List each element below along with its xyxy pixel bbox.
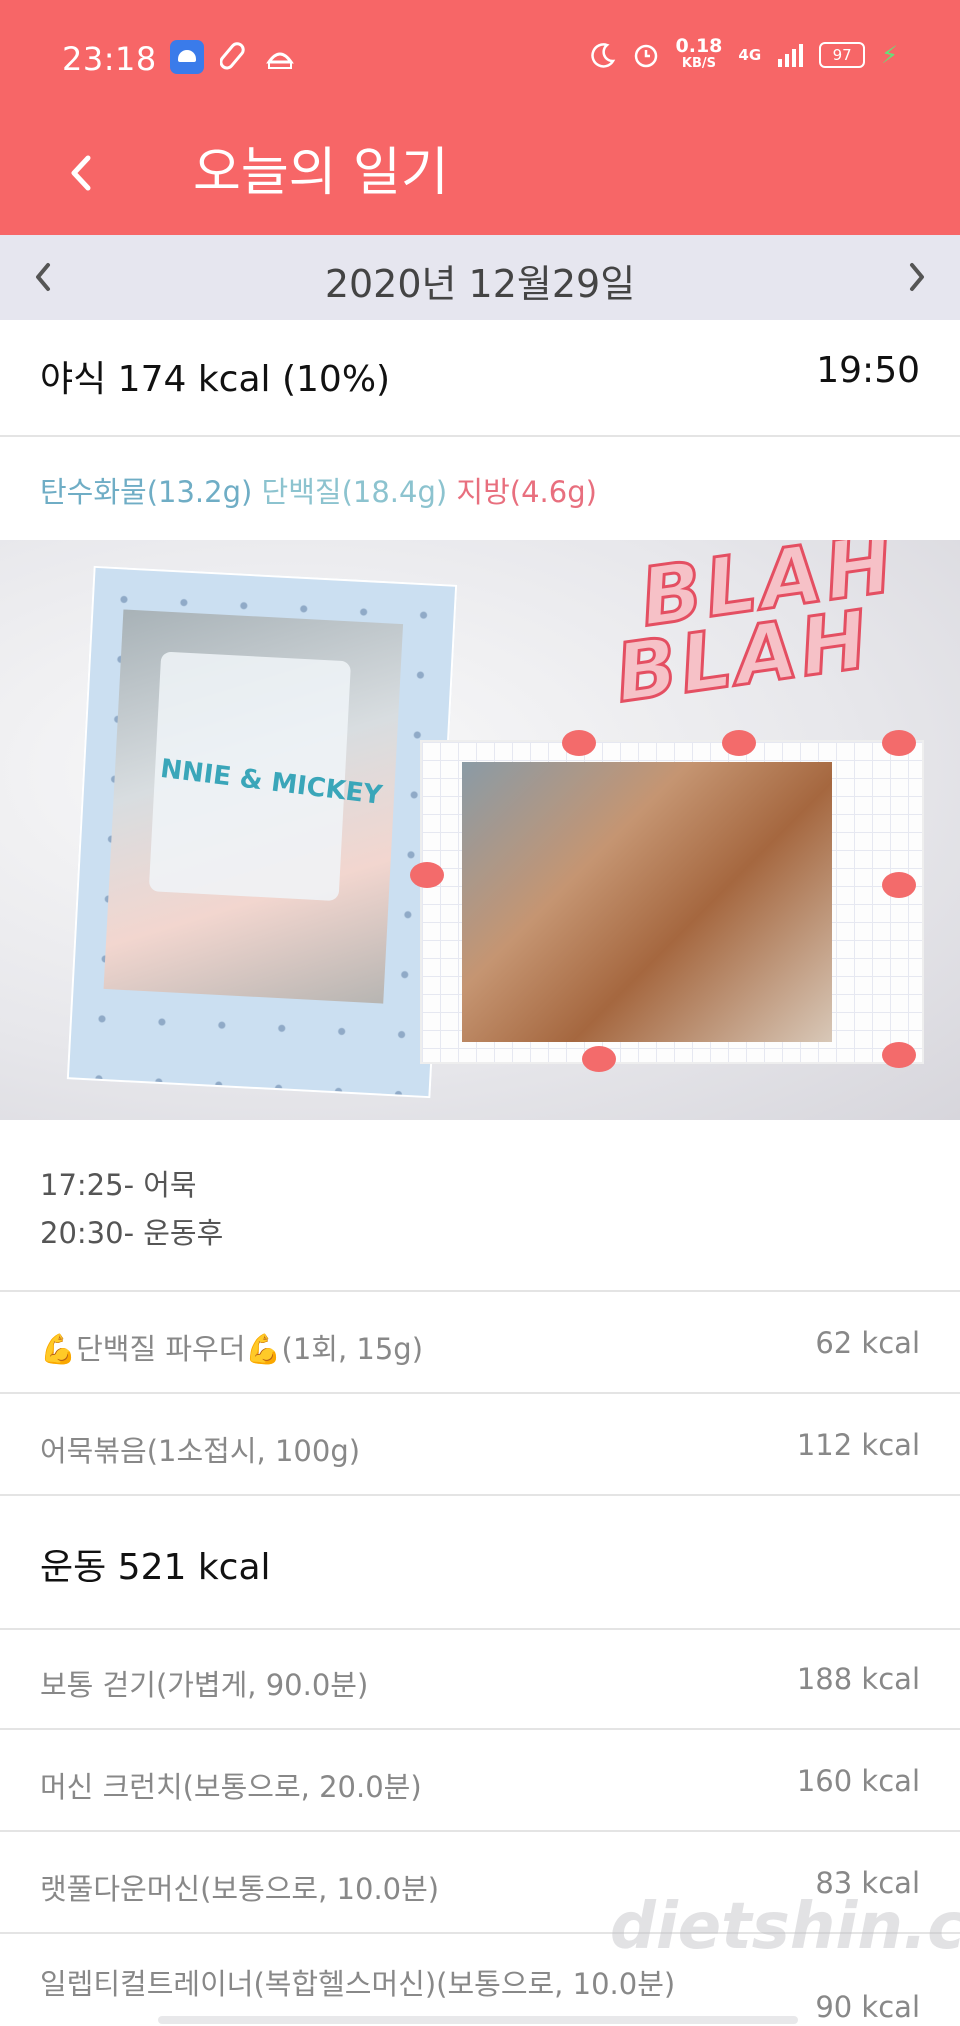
app-header: 23:18 0.18 KB/S 4G 97 ⚡ 오늘의 일기	[0, 0, 960, 235]
food-name: 어묵볶음(1소접시, 100g)	[40, 1434, 361, 1468]
drink-photo-card: NNIE & MICKEY	[66, 565, 458, 1099]
memo-line: 17:25- 어묵	[40, 1168, 197, 1202]
exercise-kcal: 160 kcal	[796, 1764, 920, 1798]
status-right-icons: 0.18 KB/S 4G 97 ⚡	[590, 35, 898, 72]
protein-value: 단백질(18.4g)	[261, 475, 448, 509]
android-app-icon	[170, 40, 204, 74]
food-name: 💪단백질 파우더💪(1회, 15g)	[40, 1332, 424, 1366]
watermark: dietshin.com	[610, 1890, 960, 1964]
capsule-icon	[266, 52, 294, 69]
peach-sticker-icon	[882, 872, 916, 898]
peach-sticker-icon	[882, 1042, 916, 1068]
exercise-item[interactable]: 보통 걷기(가볍게, 90.0분) 188 kcal	[0, 1628, 960, 1730]
carbs-value: 탄수화물(13.2g)	[40, 475, 253, 509]
battery-icon: 97	[819, 42, 866, 68]
page-title: 오늘의 일기	[193, 143, 449, 203]
meal-memo: 17:25- 어묵 20:30- 운동후	[0, 1120, 960, 1292]
title-bar: 오늘의 일기	[0, 118, 960, 235]
moon-icon	[590, 43, 615, 68]
exercise-kcal: 188 kcal	[796, 1662, 920, 1696]
status-bar: 23:18 0.18 KB/S 4G 97 ⚡	[0, 0, 960, 118]
exercise-item[interactable]: 머신 크런치(보통으로, 20.0분) 160 kcal	[0, 1730, 960, 1832]
charging-icon: ⚡	[881, 41, 898, 69]
network-speed: 0.18 KB/S	[675, 35, 723, 72]
signal-icon	[778, 44, 804, 67]
memo-line: 20:30- 운동후	[40, 1216, 224, 1250]
status-time: 23:18	[62, 40, 157, 78]
exercise-name: 머신 크런치(보통으로, 20.0분)	[40, 1770, 422, 1804]
fat-value: 지방(4.6g)	[456, 475, 597, 509]
exercise-name: 랫풀다운머신(보통으로, 10.0분)	[40, 1872, 440, 1906]
food-item[interactable]: 💪단백질 파우더💪(1회, 15g) 62 kcal	[0, 1292, 960, 1394]
current-date: 2020년 12월29일	[324, 262, 636, 306]
exercise-name: 보통 걷기(가볍게, 90.0분)	[40, 1668, 369, 1702]
exercise-kcal: 90 kcal	[815, 1990, 920, 2024]
alarm-icon	[634, 44, 657, 68]
macro-summary: 탄수화물(13.2g) 단백질(18.4g) 지방(4.6g)	[0, 437, 960, 540]
peach-sticker-icon	[562, 730, 596, 756]
peach-sticker-icon	[582, 1046, 616, 1072]
meal-photo[interactable]: BLAH BLAH NNIE & MICKEY	[0, 540, 960, 1120]
drink-photo: NNIE & MICKEY	[103, 609, 404, 1004]
next-day-chevron-icon[interactable]	[892, 251, 942, 303]
meal-time: 19:50	[816, 350, 920, 391]
chevron-left-icon[interactable]	[48, 138, 118, 208]
fishcake-photo-card	[410, 730, 924, 1072]
exercise-name: 일렙티컬트레이너(복합헬스머신)(보통으로, 10.0분)	[40, 1967, 676, 2001]
pill-icon	[220, 42, 245, 70]
peach-sticker-icon	[882, 730, 916, 756]
network-type: 4G	[738, 46, 762, 64]
fishcake-photo	[462, 762, 832, 1042]
food-item[interactable]: 어묵볶음(1소접시, 100g) 112 kcal	[0, 1394, 960, 1496]
peach-sticker-icon	[722, 730, 756, 756]
peach-sticker-icon	[410, 862, 444, 888]
meal-title: 야식 174 kcal (10%)	[40, 359, 391, 400]
food-kcal: 112 kcal	[796, 1428, 920, 1462]
food-kcal: 62 kcal	[815, 1326, 920, 1360]
exercise-title: 운동 521 kcal	[40, 1547, 271, 1588]
meal-header[interactable]: 야식 174 kcal (10%) 19:50	[0, 320, 960, 437]
bottom-scroll-indicator	[158, 2016, 798, 2024]
date-navigator: 2020년 12월29일	[0, 235, 960, 320]
exercise-header[interactable]: 운동 521 kcal	[0, 1496, 960, 1630]
